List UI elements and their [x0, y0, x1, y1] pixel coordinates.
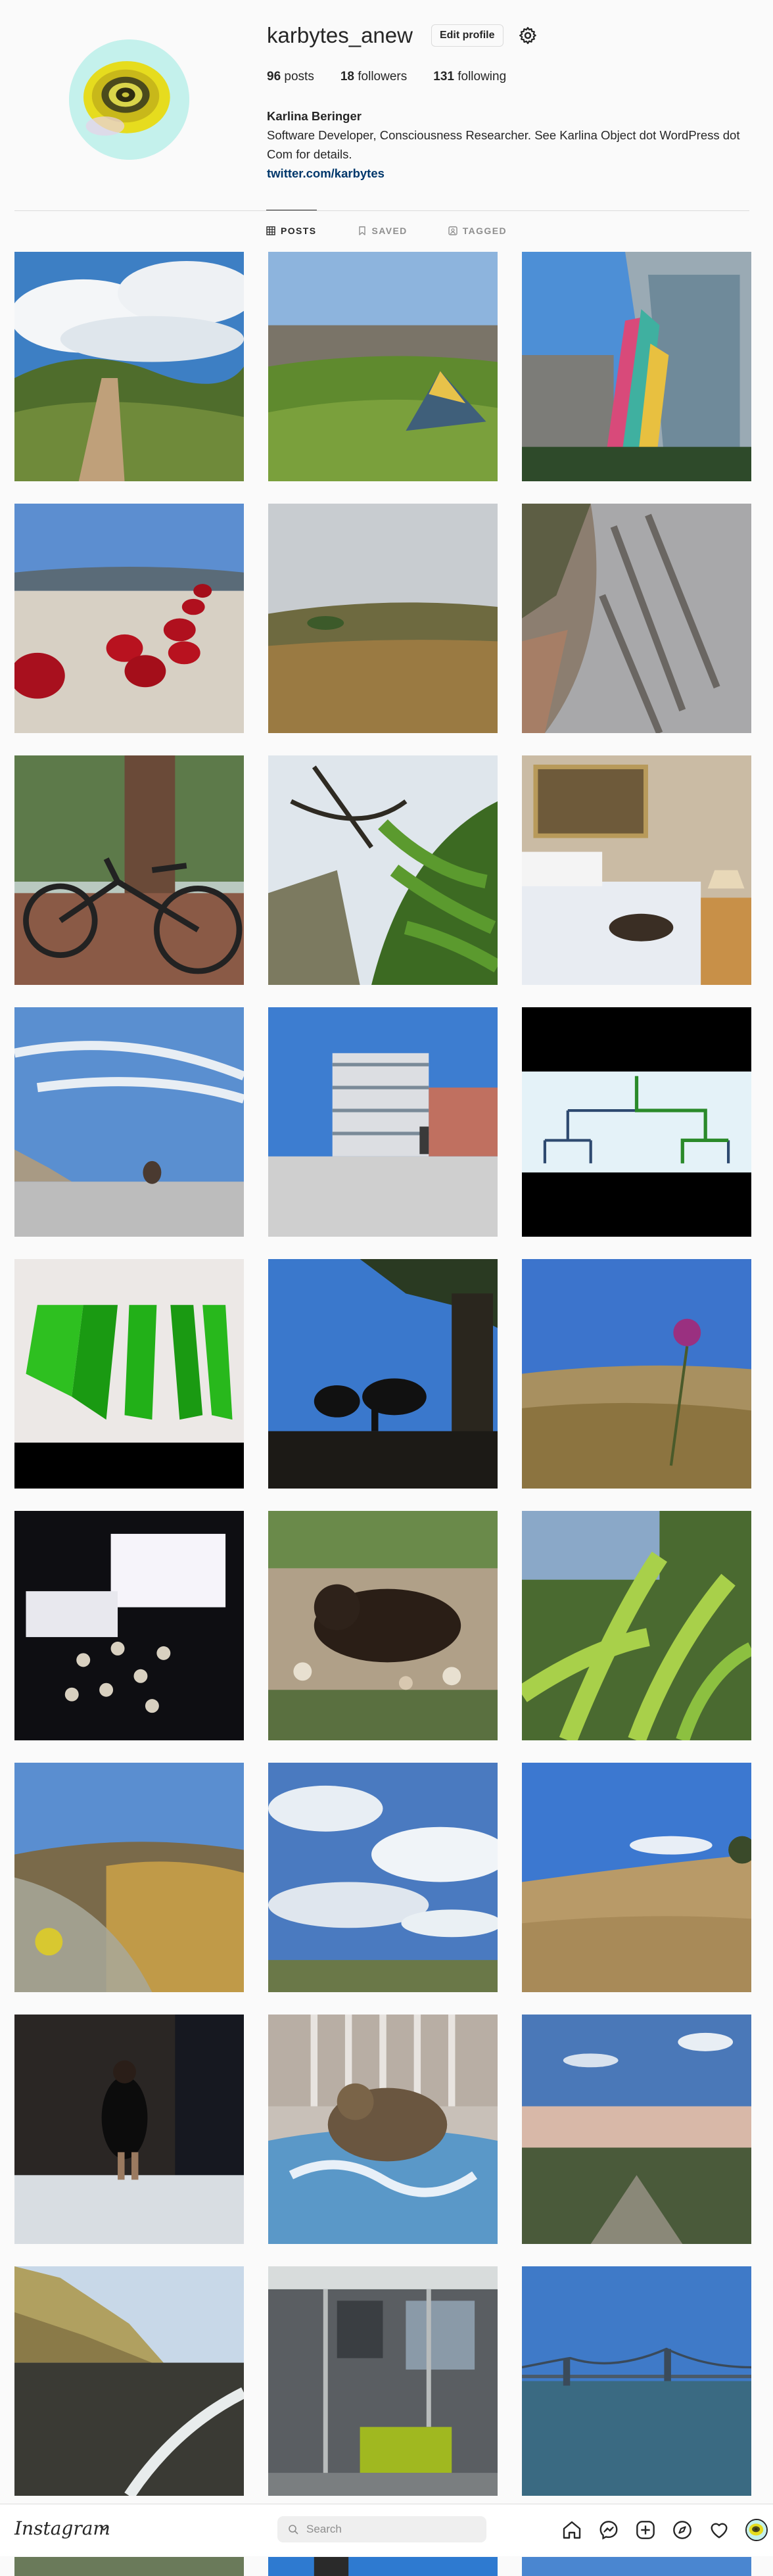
- posts-count: 96: [267, 70, 281, 83]
- post-image: [14, 1259, 244, 1489]
- post-tile-7[interactable]: [14, 755, 244, 985]
- post-image: [522, 1763, 751, 1992]
- followers-stat[interactable]: 18 followers: [340, 70, 407, 84]
- post-image: [14, 504, 244, 733]
- post-tile-11[interactable]: [268, 1007, 498, 1237]
- profile-header: karbytes_anew Edit profile 96 posts 18 f…: [0, 0, 773, 210]
- post-image: [268, 252, 498, 481]
- tab-tagged[interactable]: TAGGED: [448, 210, 507, 251]
- profile-username: karbytes_anew: [267, 23, 413, 47]
- profile-avatar[interactable]: [69, 39, 189, 160]
- following-stat[interactable]: 131 following: [433, 70, 506, 84]
- settings-gear-icon[interactable]: [518, 26, 538, 45]
- post-tile-8[interactable]: [268, 755, 498, 985]
- post-tile-19[interactable]: [14, 1763, 244, 1992]
- posts-label: posts: [284, 70, 314, 83]
- post-tile-9[interactable]: [522, 755, 751, 985]
- post-image: [14, 1007, 244, 1237]
- search-icon: [289, 2525, 298, 2535]
- profile-tabs: POSTS SAVED TAGGED: [0, 210, 773, 251]
- search-box[interactable]: [277, 2516, 486, 2542]
- post-image: [522, 504, 751, 733]
- post-tile-16[interactable]: [14, 1511, 244, 1740]
- post-tile-18[interactable]: [522, 1511, 751, 1740]
- post-tile-25[interactable]: [14, 2266, 244, 2496]
- post-image: [522, 1007, 751, 1237]
- post-tile-23[interactable]: [268, 2015, 498, 2244]
- search-input[interactable]: [306, 2523, 471, 2536]
- post-image: [522, 2266, 751, 2496]
- messenger-icon[interactable]: [598, 2519, 619, 2540]
- home-icon[interactable]: [561, 2519, 582, 2540]
- post-image: [268, 1763, 498, 1992]
- profile-bio-text: Software Developer, Consciousness Resear…: [267, 128, 740, 161]
- nav-icons: [546, 2519, 768, 2541]
- post-image: [14, 252, 244, 481]
- tag-icon: [448, 226, 457, 235]
- post-image: [268, 2266, 498, 2496]
- tab-posts-label: POSTS: [281, 226, 317, 236]
- edit-profile-button[interactable]: Edit profile: [431, 24, 504, 47]
- post-image: [268, 1511, 498, 1740]
- bookmark-icon: [358, 226, 365, 235]
- post-tile-26[interactable]: [268, 2266, 498, 2496]
- followers-count: 18: [340, 70, 354, 83]
- post-tile-22[interactable]: [14, 2015, 244, 2244]
- post-image: [268, 1259, 498, 1489]
- post-tile-5[interactable]: [268, 504, 498, 733]
- posts-stat: 96 posts: [267, 70, 314, 84]
- post-image: [268, 504, 498, 733]
- post-image: [522, 1511, 751, 1740]
- profile-bio: Karlina Beringer Software Developer, Con…: [267, 107, 740, 183]
- avatar-image: [69, 39, 189, 160]
- profile-full-name: Karlina Beringer: [267, 109, 362, 123]
- post-tile-3[interactable]: [522, 252, 751, 481]
- post-image: [268, 755, 498, 985]
- post-image: [14, 1511, 244, 1740]
- post-image: [268, 1007, 498, 1237]
- following-count: 131: [433, 70, 454, 83]
- profile-avatar-small[interactable]: [745, 2519, 768, 2541]
- instagram-logo[interactable]: Instagram: [14, 2517, 110, 2539]
- post-tile-24[interactable]: [522, 2015, 751, 2244]
- post-tile-13[interactable]: [14, 1259, 244, 1489]
- post-tile-20[interactable]: [268, 1763, 498, 1992]
- activity-heart-icon[interactable]: [709, 2519, 730, 2540]
- profile-external-link[interactable]: twitter.com/karbytes: [267, 166, 385, 180]
- post-image: [14, 755, 244, 985]
- tab-tagged-label: TAGGED: [462, 226, 507, 236]
- post-tile-12[interactable]: [522, 1007, 751, 1237]
- tab-saved[interactable]: SAVED: [358, 210, 408, 251]
- post-image: [522, 252, 751, 481]
- post-image: [522, 1259, 751, 1489]
- post-image: [14, 2266, 244, 2496]
- post-tile-2[interactable]: [268, 252, 498, 481]
- post-image: [522, 2015, 751, 2244]
- tab-saved-label: SAVED: [371, 226, 408, 236]
- bottom-nav-bar: Instagram: [0, 2504, 773, 2556]
- post-tile-4[interactable]: [14, 504, 244, 733]
- tab-posts[interactable]: POSTS: [266, 210, 317, 251]
- post-tile-27[interactable]: [522, 2266, 751, 2496]
- post-tile-peek-2: [268, 2557, 498, 2576]
- post-tile-14[interactable]: [268, 1259, 498, 1489]
- followers-label: followers: [358, 70, 408, 83]
- post-tile-21[interactable]: [522, 1763, 751, 1992]
- post-image: [14, 2015, 244, 2244]
- new-post-icon[interactable]: [635, 2519, 656, 2540]
- post-tile-17[interactable]: [268, 1511, 498, 1740]
- post-tile-15[interactable]: [522, 1259, 751, 1489]
- chevron-down-icon[interactable]: [99, 2523, 109, 2533]
- grid-icon: [266, 226, 275, 235]
- explore-icon[interactable]: [672, 2519, 693, 2540]
- post-tile-10[interactable]: [14, 1007, 244, 1237]
- post-image: [268, 2015, 498, 2244]
- following-label: following: [457, 70, 507, 83]
- post-image: [522, 755, 751, 985]
- post-tile-6[interactable]: [522, 504, 751, 733]
- post-image: [14, 1763, 244, 1992]
- post-tile-1[interactable]: [14, 252, 244, 481]
- post-tile-peek-3: [522, 2557, 751, 2576]
- post-tile-peek-1: [14, 2557, 244, 2576]
